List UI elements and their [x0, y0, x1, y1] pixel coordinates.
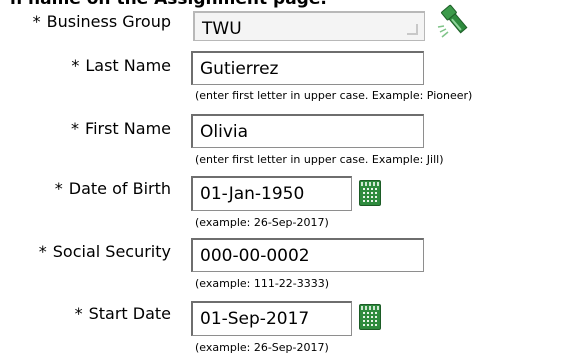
date-of-birth-input[interactable]: 01-Jan-1950 [191, 176, 352, 211]
required-marker: * [32, 12, 41, 31]
last-name-label-text: Last Name [85, 56, 171, 75]
social-security-value: 000-00-0002 [200, 246, 310, 266]
date-of-birth-label-text: Date of Birth [68, 179, 171, 198]
last-name-label: * Last Name [71, 56, 171, 75]
social-security-hint: (example: 111-22-3333) [195, 277, 330, 290]
calendar-icon[interactable] [359, 180, 381, 206]
last-name-input[interactable]: Gutierrez [191, 51, 424, 85]
start-date-input[interactable]: 01-Sep-2017 [191, 301, 352, 336]
required-marker: * [71, 119, 80, 138]
last-name-value: Gutierrez [200, 59, 279, 79]
last-name-hint: (enter first letter in upper case. Examp… [195, 89, 473, 102]
business-group-label-text: Business Group [46, 12, 171, 31]
flashlight-search-icon[interactable] [436, 2, 476, 40]
business-group-value: TWU [202, 19, 242, 39]
required-marker: * [71, 56, 80, 75]
first-name-label: * First Name [71, 119, 171, 138]
date-of-birth-label: * Date of Birth [55, 179, 171, 198]
start-date-label: * Start Date [75, 304, 171, 323]
start-date-value: 01-Sep-2017 [200, 309, 310, 329]
date-of-birth-value: 01-Jan-1950 [200, 184, 305, 204]
social-security-label: * Social Security [39, 242, 171, 261]
first-name-hint: (enter first letter in upper case. Examp… [195, 153, 444, 166]
start-date-label-text: Start Date [88, 304, 171, 323]
social-security-label-text: Social Security [52, 242, 171, 261]
calendar-icon[interactable] [359, 304, 381, 330]
start-date-hint: (example: 26-Sep-2017) [195, 341, 329, 354]
required-marker: * [74, 304, 83, 323]
business-group-label: * Business Group [33, 12, 171, 31]
date-of-birth-hint: (example: 26-Sep-2017) [195, 216, 329, 229]
first-name-input[interactable]: Olivia [191, 114, 424, 148]
dropdown-corner-icon [407, 24, 418, 35]
business-group-select[interactable]: TWU [193, 11, 425, 41]
first-name-value: Olivia [200, 122, 249, 142]
social-security-input[interactable]: 000-00-0002 [191, 238, 424, 272]
first-name-label-text: First Name [85, 119, 171, 138]
required-marker: * [38, 242, 47, 261]
instruction-heading: n name on the Assignment page. [10, 0, 327, 9]
required-marker: * [54, 179, 63, 198]
